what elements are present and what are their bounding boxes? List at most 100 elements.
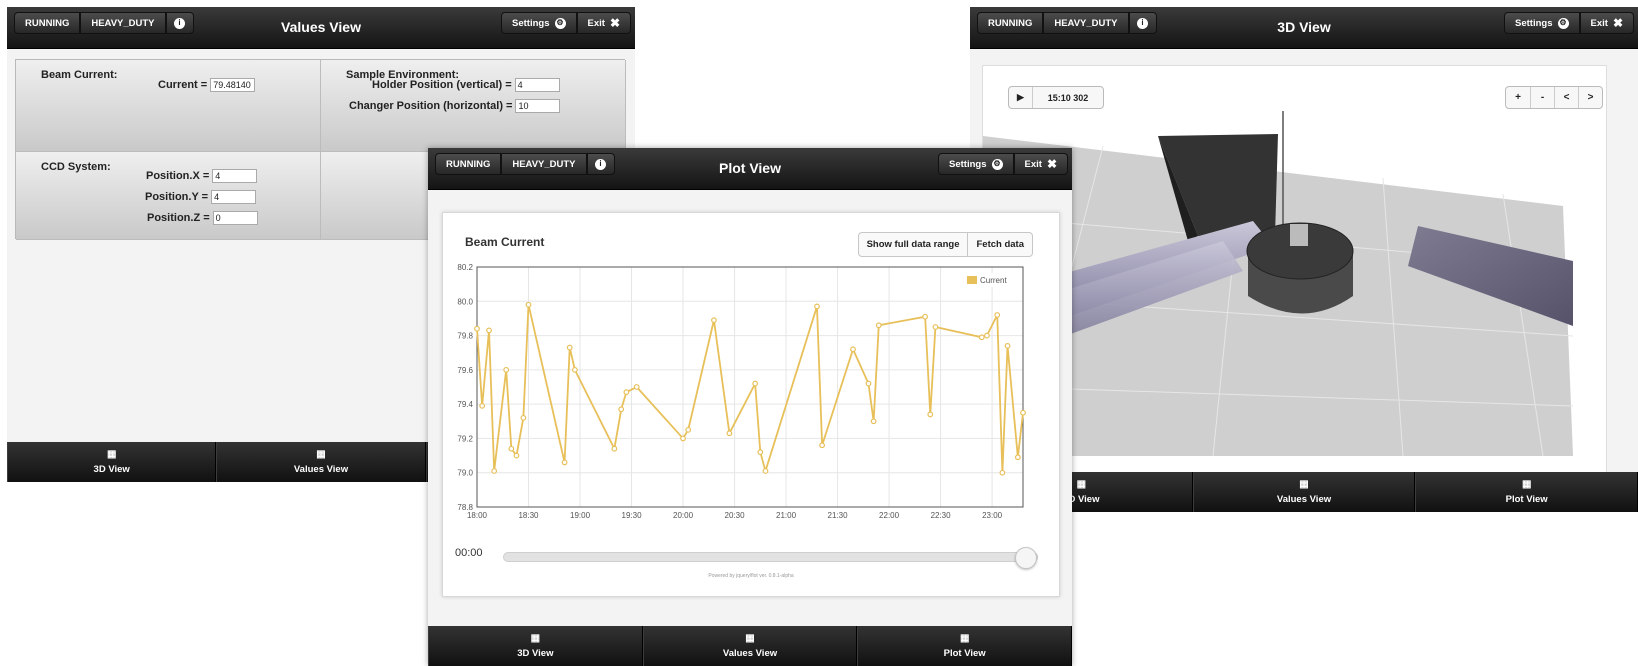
current-label: Current = [158, 79, 208, 91]
current-input[interactable]: 79.48140 [210, 78, 256, 92]
grid-icon: ▦ [530, 632, 541, 644]
beam-current-chart[interactable]: 78.879.079.279.479.679.880.080.218:00 18:… [443, 213, 1061, 533]
x-tick-label: 21:30 [828, 511, 849, 520]
data-point [513, 452, 520, 459]
rotate-left-button[interactable]: < [1554, 87, 1578, 108]
rotate-right-button[interactable]: > [1578, 87, 1602, 108]
status-button-group: RUNNING HEAVY_DUTY i [435, 153, 615, 175]
info-icon: i [1137, 17, 1149, 29]
settings-label: Settings [1515, 17, 1553, 29]
nav-label: 3D View [517, 647, 554, 659]
info-button[interactable]: i [165, 12, 194, 34]
heavy-duty-button[interactable]: HEAVY_DUTY [1043, 12, 1129, 34]
time-slider-handle[interactable] [1015, 547, 1037, 569]
gear-icon: ⚙ [554, 17, 566, 29]
data-point [870, 418, 877, 425]
values-view-header: RUNNING HEAVY_DUTY i Values View Setting… [7, 7, 635, 49]
nav-label: Plot View [943, 647, 986, 659]
data-point [814, 303, 820, 310]
data-point [932, 324, 939, 330]
grid-icon: ▦ [959, 632, 970, 644]
data-point [978, 334, 985, 341]
settings-label: Settings [949, 158, 987, 170]
data-point [726, 430, 733, 437]
data-point [927, 411, 934, 418]
holder-row: Holder Position (vertical) = 4 [372, 78, 560, 92]
settings-button[interactable]: Settings ⚙ [501, 12, 577, 34]
y-tick-label: 80.2 [457, 263, 473, 272]
nav-plot-view[interactable]: ▦ Plot View [857, 626, 1072, 666]
nav-plot-view[interactable]: ▦ Plot View [1415, 472, 1638, 512]
camera-controls: + - < > [1505, 86, 1603, 109]
x-tick-label: 22:30 [931, 511, 952, 520]
changer-label: Changer Position (horizontal) = [349, 100, 513, 112]
data-point [819, 442, 826, 449]
close-icon: ✖ [609, 16, 620, 30]
data-point [757, 449, 764, 456]
data-point [571, 366, 578, 373]
data-point [474, 325, 480, 332]
info-icon: i [174, 17, 186, 29]
grid-icon: ▦ [1521, 478, 1532, 490]
data-point [611, 445, 618, 452]
play-icon[interactable]: ▶ [1009, 87, 1033, 108]
heavy-duty-button[interactable]: HEAVY_DUTY [80, 12, 166, 34]
plot-area [477, 267, 1023, 507]
x-tick-label: 19:00 [570, 511, 591, 520]
data-point [525, 301, 532, 308]
heavy-duty-button[interactable]: HEAVY_DUTY [501, 153, 587, 175]
data-point [685, 426, 692, 433]
position-x-input[interactable]: 4 [212, 169, 258, 183]
running-button[interactable]: RUNNING [435, 153, 502, 175]
settings-button[interactable]: Settings ⚙ [938, 153, 1014, 175]
nav-label: Values View [293, 463, 349, 475]
position-y-input[interactable]: 4 [211, 190, 257, 204]
nav-3d-view[interactable]: ▦ 3D View [428, 626, 643, 666]
data-point [633, 384, 640, 390]
time-slider[interactable] [503, 547, 1038, 569]
status-button-group: RUNNING HEAVY_DUTY i [977, 12, 1157, 34]
zoom-out-button[interactable]: - [1530, 87, 1554, 108]
y-tick-label: 79.4 [457, 400, 473, 409]
changer-input[interactable]: 10 [515, 99, 561, 113]
exit-button[interactable]: Exit ✖ [1579, 12, 1634, 34]
y-tick-label: 79.8 [457, 332, 473, 341]
y-tick-label: 79.2 [457, 434, 473, 443]
data-point [618, 406, 625, 413]
data-point [566, 344, 573, 351]
nav-values-view[interactable]: ▦ Values View [1192, 472, 1416, 512]
exit-button[interactable]: Exit ✖ [576, 12, 631, 34]
grid-icon: ▦ [745, 632, 755, 644]
nav-3d-view[interactable]: ▦ 3D View [7, 442, 217, 482]
nav-label: Values View [1276, 493, 1332, 505]
holder-label: Holder Position (vertical) = [372, 79, 512, 91]
data-point [999, 469, 1006, 476]
ccd-system-heading: CCD System: [41, 161, 111, 173]
current-row: Current = 79.48140 [158, 78, 256, 92]
exit-button[interactable]: Exit ✖ [1013, 153, 1068, 175]
data-point [491, 468, 498, 474]
x-tick-label: 20:00 [673, 511, 694, 520]
position-z-input[interactable]: 0 [212, 211, 258, 225]
settings-button[interactable]: Settings ⚙ [1504, 12, 1580, 34]
data-point [850, 346, 856, 353]
data-point [762, 468, 769, 474]
legend-label: Current [980, 276, 1007, 285]
data-point [623, 389, 630, 396]
info-button[interactable]: i [586, 153, 615, 175]
time-slider-label: 00:00 [455, 547, 483, 559]
gear-icon: ⚙ [991, 158, 1003, 170]
info-button[interactable]: i [1128, 12, 1157, 34]
data-point [503, 366, 510, 373]
holder-input[interactable]: 4 [514, 78, 560, 92]
3d-viewport[interactable] [983, 66, 1608, 484]
data-point [875, 322, 882, 329]
zoom-in-button[interactable]: + [1506, 87, 1530, 108]
running-button[interactable]: RUNNING [977, 12, 1044, 34]
running-button[interactable]: RUNNING [14, 12, 81, 34]
x-tick-label: 18:30 [518, 511, 539, 520]
nav-values-view[interactable]: ▦ Values View [216, 442, 426, 482]
data-point [865, 380, 872, 387]
nav-values-view[interactable]: ▦ Values View [642, 626, 858, 666]
position-x-row: Position.X = 4 [146, 169, 258, 183]
